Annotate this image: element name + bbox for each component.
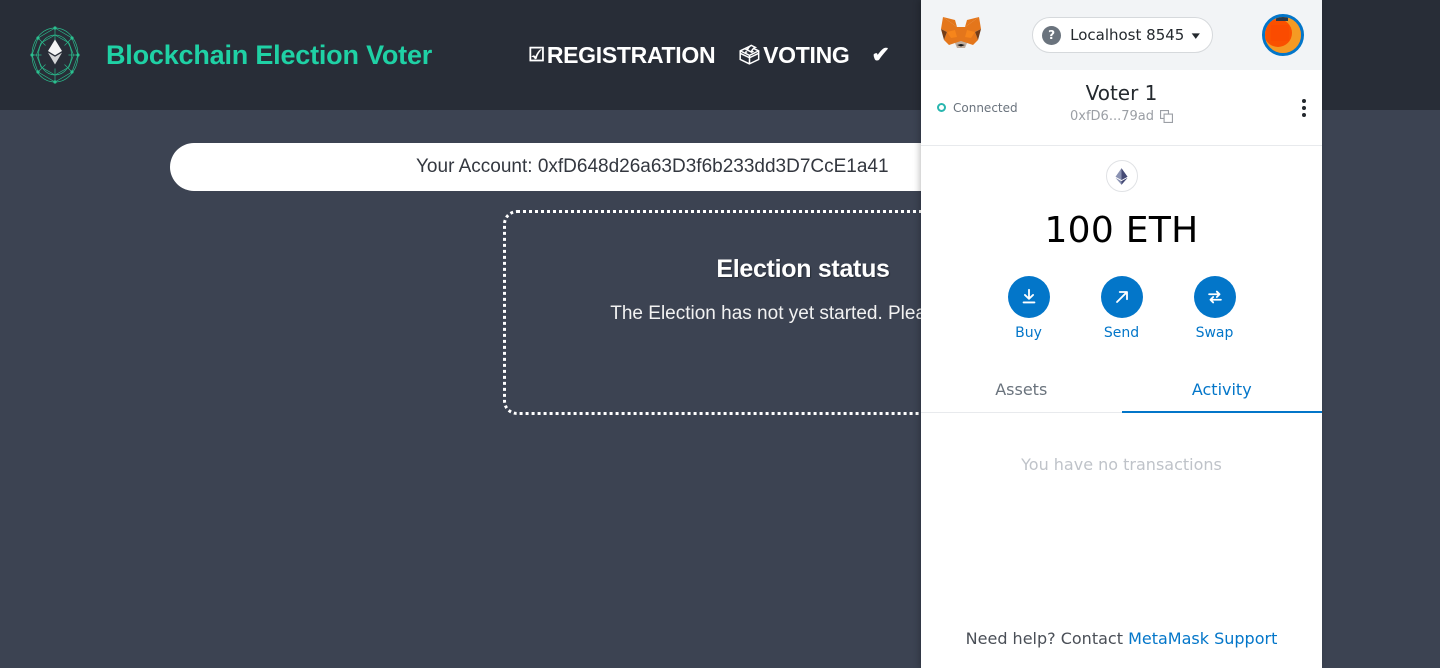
swap-button[interactable]: Swap <box>1193 276 1236 341</box>
nav-item-voting[interactable]: 🗳 VOTING <box>737 41 850 69</box>
nav-item-registration-label: REGISTRATION <box>546 41 716 68</box>
election-status-title: Election status <box>716 255 890 283</box>
account-name: Voter 1 <box>1085 81 1158 105</box>
chevron-down-icon: ▾ <box>1191 28 1201 42</box>
brand[interactable]: Blockchain Election Voter <box>24 24 432 86</box>
connection-status: Connected <box>937 101 1018 115</box>
empty-transactions-message: You have no transactions <box>1021 455 1222 474</box>
support-footer-prefix: Need help? Contact <box>965 629 1129 648</box>
metamask-header: ? Localhost 8545 ▾ <box>921 0 1322 70</box>
send-button[interactable]: Send <box>1100 276 1143 341</box>
nav-links: ☑ REGISTRATION 🗳 VOTING ✔ <box>528 42 892 69</box>
nav-item-voting-label: VOTING <box>763 41 850 68</box>
ethereum-token-icon <box>1105 160 1138 192</box>
question-mark-icon: ? <box>1042 25 1062 45</box>
buy-download-icon <box>1007 276 1050 318</box>
metamask-fox-icon <box>939 15 983 55</box>
swap-arrows-icon <box>1193 276 1236 318</box>
buy-button[interactable]: Buy <box>1007 276 1050 341</box>
connection-status-label: Connected <box>953 100 1018 115</box>
tab-assets[interactable]: Assets <box>921 371 1122 412</box>
nav-item-results[interactable]: ✔ <box>872 44 892 66</box>
metamask-support-link[interactable]: MetaMask Support <box>1128 629 1277 648</box>
send-label: Send <box>1103 325 1140 341</box>
nav-item-registration[interactable]: ☑ REGISTRATION <box>528 41 716 69</box>
ballot-box-icon: 🗳 <box>737 44 762 66</box>
tab-activity[interactable]: Activity <box>1121 371 1322 413</box>
wallet-tabs: Assets Activity <box>921 371 1322 413</box>
send-arrow-icon <box>1100 276 1143 318</box>
buy-label: Buy <box>1015 325 1042 341</box>
balance-section: 100 ETH <box>921 146 1322 251</box>
ethereum-network-logo-icon <box>24 24 86 86</box>
account-address-text: Your Account: 0xfD648d26a63D3f6b233dd3D7… <box>416 156 889 177</box>
metamask-popup: ? Localhost 8545 ▾ Connected Voter 1 0xf… <box>921 0 1322 668</box>
network-selector[interactable]: ? Localhost 8545 ▾ <box>1032 17 1213 53</box>
account-summary: Connected Voter 1 0xfD6...79ad <box>921 70 1322 146</box>
account-address: 0xfD6...79ad <box>1070 109 1154 124</box>
copy-address-button[interactable]: 0xfD6...79ad <box>1070 109 1173 124</box>
account-actions: Buy Send Swap <box>921 276 1322 341</box>
network-name: Localhost 8545 <box>1070 26 1185 44</box>
balance-amount: 100 ETH <box>1044 210 1199 251</box>
page-title: Blockchain Election Voter <box>106 39 433 70</box>
status-dot-icon <box>937 103 946 112</box>
kebab-menu-icon[interactable] <box>1302 98 1306 117</box>
account-avatar[interactable] <box>1261 14 1304 56</box>
ballot-check-icon: ☑ <box>528 44 545 66</box>
support-footer: Need help? Contact MetaMask Support <box>921 629 1322 668</box>
check-mark-icon: ✔ <box>871 42 890 67</box>
swap-label: Swap <box>1195 325 1234 341</box>
copy-icon <box>1159 110 1173 124</box>
